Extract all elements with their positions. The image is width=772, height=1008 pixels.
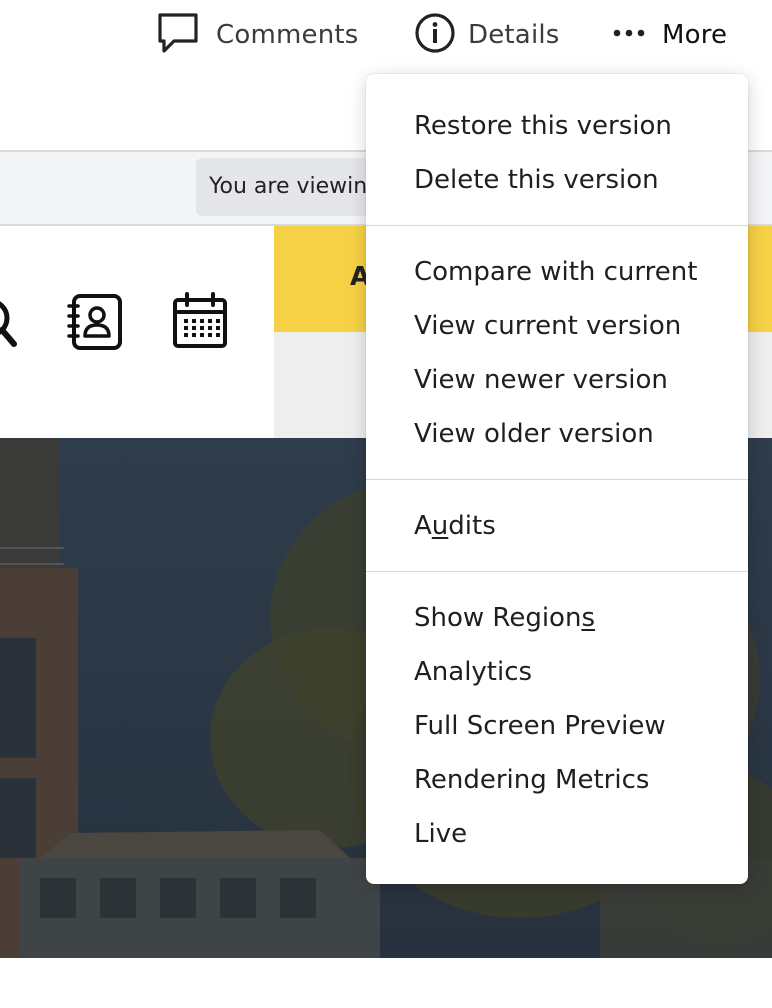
menu-item-delete-version[interactable]: Delete this version [414, 160, 659, 200]
more-button[interactable]: More [612, 14, 727, 56]
menu-divider [366, 225, 748, 226]
menu-item-view-current-version[interactable]: View current version [414, 306, 681, 346]
menu-item-show-regions[interactable]: Show Regions [414, 598, 595, 638]
menu-item-show-regions-text: Show Region [414, 603, 582, 633]
menu-item-audits[interactable]: Audits [414, 506, 496, 546]
menu-item-show-regions-shortcut: s [581, 603, 595, 633]
comment-icon [156, 12, 200, 58]
menu-item-full-screen-preview[interactable]: Full Screen Preview [414, 706, 666, 746]
more-label: More [662, 20, 728, 50]
menu-item-audits-text: A [414, 511, 432, 541]
comments-label: Comments [216, 20, 359, 50]
menu-item-live[interactable]: Live [414, 814, 467, 854]
menu-item-audits-shortcut: u [431, 511, 449, 541]
menu-divider [366, 571, 748, 572]
details-button[interactable]: Details [414, 12, 560, 58]
contact-book-icon[interactable] [66, 292, 126, 356]
details-label: Details [468, 20, 560, 50]
menu-item-rendering-metrics[interactable]: Rendering Metrics [414, 760, 649, 800]
menu-divider [366, 479, 748, 480]
menu-item-view-newer-version[interactable]: View newer version [414, 360, 668, 400]
menu-item-compare-with-current[interactable]: Compare with current [414, 252, 697, 292]
search-icon[interactable] [0, 292, 18, 358]
menu-item-view-older-version[interactable]: View older version [414, 414, 654, 454]
menu-item-audits-text-end: dits [448, 511, 496, 541]
icon-strip [0, 226, 274, 438]
calendar-icon[interactable] [172, 292, 228, 354]
more-dots-icon [612, 12, 648, 58]
info-icon [414, 12, 456, 58]
menu-item-restore-version[interactable]: Restore this version [414, 106, 672, 146]
comments-button[interactable]: Comments [156, 12, 359, 58]
page-bottom [0, 958, 772, 1008]
more-dropdown-menu: Restore this version Delete this version… [366, 74, 748, 884]
menu-item-analytics[interactable]: Analytics [414, 652, 532, 692]
